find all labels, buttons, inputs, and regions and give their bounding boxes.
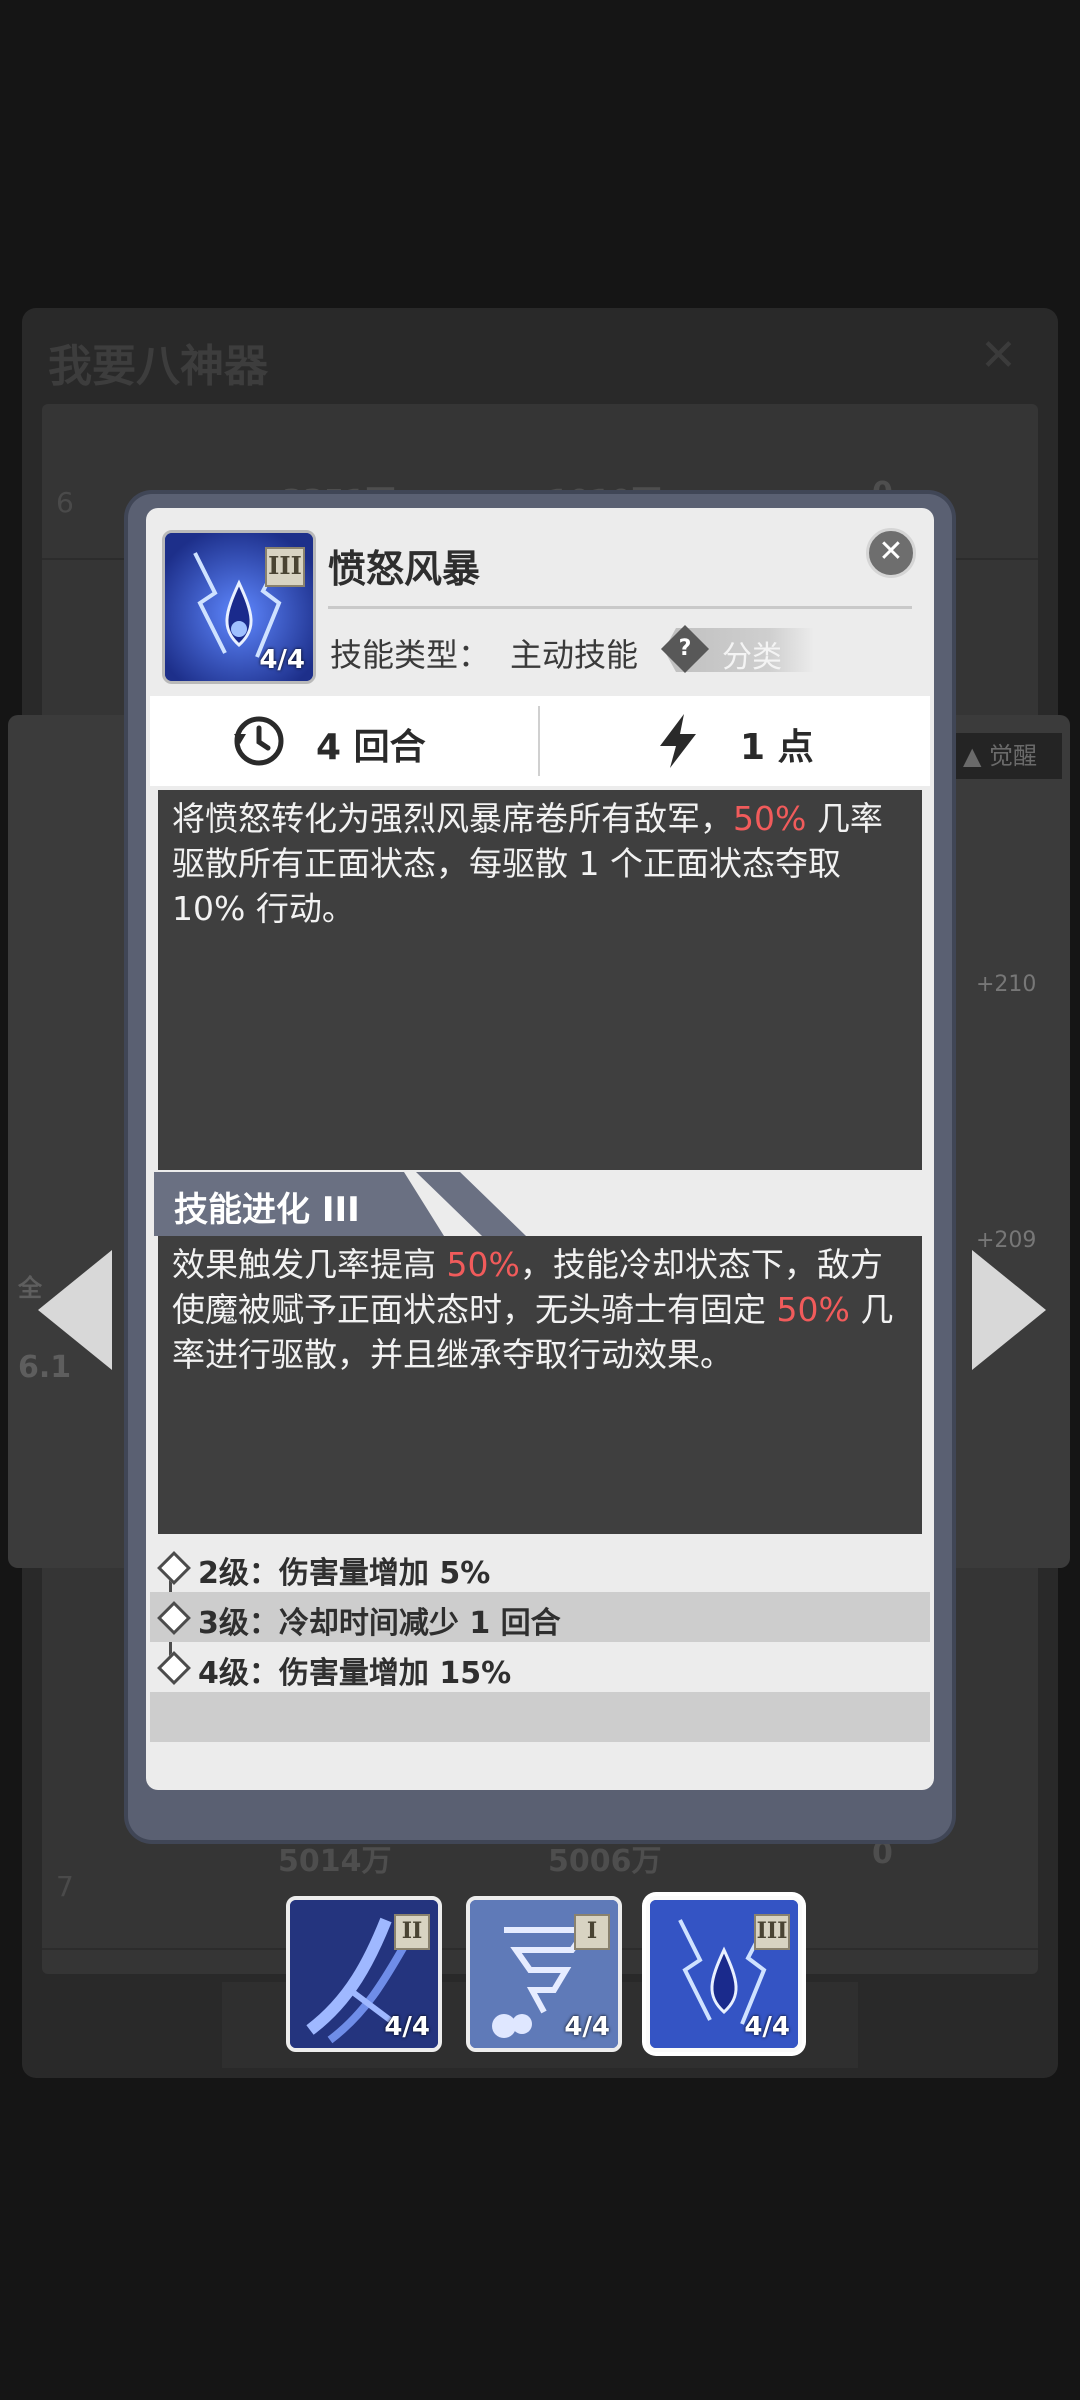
cooldown-clock-icon (234, 716, 284, 766)
level-text: 2级：伤害量增加 5% (198, 1556, 491, 1591)
skill-type-label: 技能类型： (330, 636, 491, 674)
storm-skill-icon: III 4/4 (162, 530, 316, 684)
tier-badge: I (574, 1914, 610, 1950)
level-row: 4级：伤害量增加 15% (150, 1642, 930, 1692)
skill-level: 4/4 (744, 2012, 790, 2042)
evolution-description-box: 效果触发几率提高 50%，技能冷却状态下，敌方使魔被赋予正面状态时，无头骑士有固… (158, 1236, 922, 1534)
cooldown-value: 4 回合 (316, 727, 426, 768)
evolution-title: 技能进化 III (174, 1190, 360, 1230)
level-row: 2级：伤害量增加 5% (150, 1542, 930, 1592)
level-diamond-icon (157, 1601, 191, 1635)
stats-divider (538, 706, 540, 776)
skill-stats-bar: 4 回合 1 点 (150, 696, 930, 786)
title-divider (328, 606, 912, 609)
close-icon: ✕ (878, 534, 904, 569)
level-row-empty (150, 1692, 930, 1742)
background-close-icon: ✕ (980, 330, 1017, 381)
level-row: 3级：冷却时间减少 1 回合 (150, 1592, 930, 1642)
background-awaken-tag: ▲ 觉醒 (938, 733, 1062, 779)
energy-cost-value: 1 点 (740, 727, 814, 768)
tier-badge: II (394, 1914, 430, 1950)
skill-type-value: 主动技能 (510, 636, 639, 674)
skill-description: 将愤怒转化为强烈风暴席卷所有敌军，50% 几率驱散所有正面状态，每驱散 1 个正… (172, 799, 883, 928)
row-value: 5014万 (278, 1844, 392, 1879)
evolution-header: 技能进化 III (154, 1172, 920, 1236)
level-diamond-icon (157, 1551, 191, 1585)
level-text: 3级：冷却时间减少 1 回合 (198, 1606, 561, 1641)
background-hero-card-right (934, 715, 1070, 1568)
help-icon[interactable]: ? (660, 624, 710, 674)
background-hero-card-left (8, 715, 146, 1568)
skill-name: 愤怒风暴 (328, 547, 481, 591)
energy-bolt-icon (660, 714, 696, 768)
skill-slot-storm[interactable]: III 4/4 (646, 1896, 802, 2052)
row-rank: 6 (56, 486, 74, 519)
level-diamond-icon (157, 1651, 191, 1685)
tier-badge: III (265, 547, 305, 587)
tier-badge: III (754, 1914, 790, 1950)
background-title: 我要八神器 (48, 341, 268, 392)
skill-level: 4/4 (564, 2012, 610, 2042)
category-label[interactable]: 分类 (722, 632, 782, 676)
skill-level: 4/4 (259, 645, 305, 675)
level-text: 4级：伤害量增加 15% (198, 1656, 512, 1691)
skill-dialog: III 4/4 愤怒风暴 ✕ 技能类型： 主动技能 ? 分类 4 回合 1 点 … (146, 508, 934, 1790)
row-rank: 7 (56, 1870, 74, 1903)
row-value: 0 (872, 1836, 893, 1871)
prev-arrow-icon[interactable] (38, 1250, 112, 1370)
next-arrow-icon[interactable] (972, 1250, 1046, 1370)
skill-level: 4/4 (384, 2012, 430, 2042)
evolution-description: 效果触发几率提高 50%，技能冷却状态下，敌方使魔被赋予正面状态时，无头骑士有固… (172, 1245, 894, 1374)
background-plus-value: +210 (976, 972, 1037, 997)
row-value: 5006万 (548, 1844, 662, 1879)
skill-slot-tornado[interactable]: I 4/4 (466, 1896, 622, 2052)
skill-description-box: 将愤怒转化为强烈风暴席卷所有敌军，50% 几率驱散所有正面状态，每驱散 1 个正… (158, 790, 922, 1170)
close-button[interactable]: ✕ (866, 528, 916, 578)
skill-slot-claw[interactable]: II 4/4 (286, 1896, 442, 2052)
